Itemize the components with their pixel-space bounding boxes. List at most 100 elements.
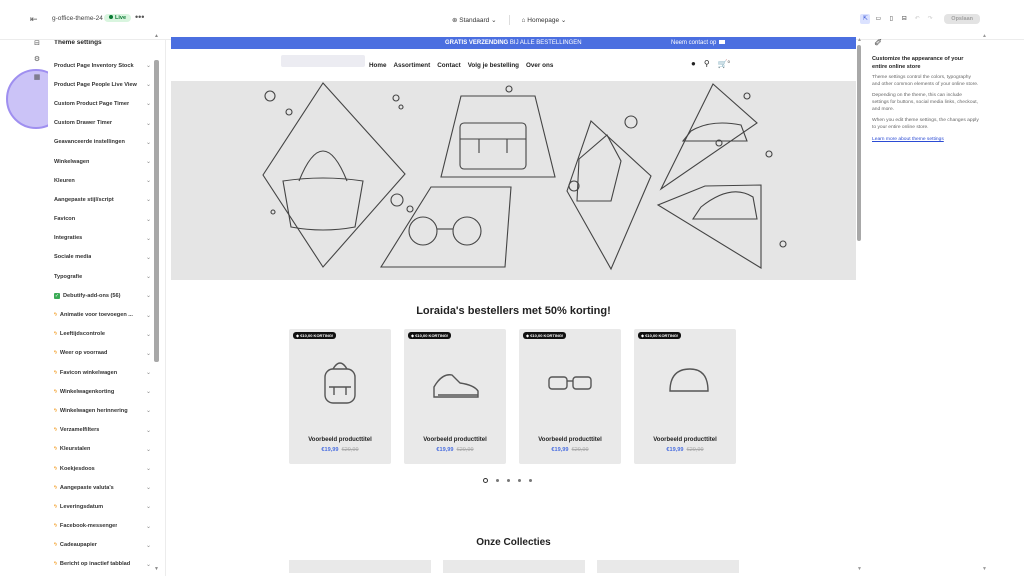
chevron-down-icon: ⌄ bbox=[145, 312, 151, 319]
sidebar-item-label: Favicon winkelwagen bbox=[59, 369, 118, 376]
sidebar-item[interactable]: Winkelwagen ⌄ bbox=[48, 152, 165, 171]
compare-price: €29,99 bbox=[456, 447, 474, 453]
sale-price: €19,99 bbox=[551, 447, 569, 453]
carousel-dot[interactable] bbox=[518, 479, 521, 482]
nav-link[interactable]: Volg je bestelling bbox=[468, 62, 519, 69]
sections-icon[interactable]: ⊟ bbox=[33, 40, 41, 48]
sidebar-item[interactable]: Favicon ⌄ bbox=[48, 210, 165, 229]
preview-scroll-down-icon[interactable]: ▼ bbox=[857, 566, 862, 572]
sidebar-item[interactable]: ϟ Bericht op inactief tabblad ⌄ bbox=[48, 555, 165, 574]
store-preview: GRATIS VERZENDING BIJ ALLE BESTELLINGEN … bbox=[171, 37, 856, 573]
chevron-down-icon: ⌄ bbox=[145, 427, 151, 434]
theme-name[interactable]: g-office-theme-24 bbox=[52, 15, 103, 22]
nav-link[interactable]: Assortiment bbox=[394, 62, 431, 69]
inspector-icon[interactable]: ⇱ bbox=[860, 14, 871, 24]
sidebar-item[interactable]: Integraties ⌄ bbox=[48, 229, 165, 248]
chevron-down-icon: ⌄ bbox=[145, 389, 151, 396]
gear-icon[interactable]: ⚙ bbox=[33, 56, 41, 64]
fullscreen-icon[interactable]: ⊟ bbox=[899, 14, 909, 24]
product-card[interactable]: ◆ €10,00 KORTING! Voorbeeld producttitel €… bbox=[289, 329, 391, 464]
sidebar-item-label: Sociale media bbox=[54, 254, 92, 261]
nav-link[interactable]: Over ons bbox=[526, 62, 553, 69]
view-mode-select[interactable]: ⊛ Standaard ⌄ bbox=[452, 16, 497, 24]
apps-icon[interactable]: ▦ bbox=[33, 74, 41, 82]
carousel-dot[interactable] bbox=[529, 479, 532, 482]
sidebar-item[interactable]: ϟ Verzamelfilters ⌄ bbox=[48, 421, 165, 440]
collection-card[interactable] bbox=[597, 560, 739, 573]
carousel-dot[interactable] bbox=[483, 478, 488, 483]
sidebar-item[interactable]: Sociale media ⌄ bbox=[48, 248, 165, 267]
sidebar-scrollbar[interactable] bbox=[154, 60, 159, 362]
store-logo[interactable] bbox=[281, 55, 365, 67]
device-toolbar: ⇱ ▭ ▯ ⊟ ↶ ↷ Opslaan bbox=[860, 14, 980, 24]
bolt-icon: ϟ bbox=[54, 427, 57, 434]
sidebar-item[interactable]: Aangepaste stijl/script ⌄ bbox=[48, 190, 165, 209]
mobile-icon[interactable]: ▯ bbox=[886, 14, 896, 24]
bolt-icon: ϟ bbox=[54, 312, 57, 319]
learn-more-link[interactable]: Learn more about theme settings bbox=[872, 137, 944, 142]
checkbox-icon: ✓ bbox=[54, 292, 60, 299]
sidebar-item[interactable]: Custom Product Page Timer ⌄ bbox=[48, 94, 165, 113]
sidebar-item[interactable]: ϟ Aangepaste valuta's ⌄ bbox=[48, 478, 165, 497]
scroll-down-icon[interactable]: ▼ bbox=[154, 566, 159, 572]
sidebar-item-label: Favicon bbox=[54, 216, 76, 223]
panel-scroll-up-icon[interactable]: ▲ bbox=[982, 33, 987, 39]
product-title[interactable]: Voorbeeld producttitel bbox=[404, 437, 506, 443]
nav-link[interactable]: Contact bbox=[437, 62, 460, 69]
sidebar-item[interactable]: Kleuren ⌄ bbox=[48, 171, 165, 190]
more-actions-button[interactable]: ••• bbox=[135, 12, 144, 22]
contact-link[interactable]: Neem contact op bbox=[671, 37, 726, 49]
sidebar-item[interactable]: ϟ Leeftijdscontrole ⌄ bbox=[48, 325, 165, 344]
sidebar-item[interactable]: ϟ Kleurstalen ⌄ bbox=[48, 440, 165, 459]
sidebar-item[interactable]: ϟ Koekjesdoos ⌄ bbox=[48, 459, 165, 478]
sidebar-item[interactable]: ϟ Animatie voor toevoegen ... ⌄ bbox=[48, 305, 165, 324]
product-card[interactable]: ◆ €10,00 KORTING! Voorbeeld producttitel €… bbox=[634, 329, 736, 464]
redo-icon[interactable]: ↷ bbox=[925, 14, 935, 24]
sidebar-item[interactable]: ϟ Weer op voorraad ⌄ bbox=[48, 344, 165, 363]
product-title[interactable]: Voorbeeld producttitel bbox=[289, 437, 391, 443]
carousel-dot[interactable] bbox=[496, 479, 499, 482]
product-price: €19,99 €29,99 bbox=[404, 447, 506, 453]
sidebar-item[interactable]: ✓ Debutify-add-ons (56) ⌄ bbox=[48, 286, 165, 305]
carousel-dot[interactable] bbox=[507, 479, 510, 482]
product-title[interactable]: Voorbeeld producttitel bbox=[634, 437, 736, 443]
sidebar-item-label: Weer op voorraad bbox=[59, 350, 108, 357]
sidebar-item[interactable]: Custom Drawer Timer ⌄ bbox=[48, 114, 165, 133]
product-title[interactable]: Voorbeeld producttitel bbox=[519, 437, 621, 443]
save-button[interactable]: Opslaan bbox=[944, 14, 980, 24]
sidebar-item[interactable]: Geavanceerde instellingen ⌄ bbox=[48, 133, 165, 152]
bolt-icon: ϟ bbox=[54, 350, 57, 357]
sidebar-item[interactable]: ϟ Leveringsdatum ⌄ bbox=[48, 497, 165, 516]
undo-icon[interactable]: ↶ bbox=[912, 14, 922, 24]
sidebar-item[interactable]: Typografie ⌄ bbox=[48, 267, 165, 286]
panel-scroll-down-icon[interactable]: ▼ bbox=[982, 566, 987, 572]
product-price: €19,99 €29,99 bbox=[634, 447, 736, 453]
page-select[interactable]: ⌂ Homepage ⌄ bbox=[522, 16, 567, 24]
scroll-up-icon[interactable]: ▲ bbox=[154, 33, 159, 39]
sunglasses-icon bbox=[548, 376, 592, 390]
product-card[interactable]: ◆ €10,00 KORTING! Voorbeeld producttitel €… bbox=[519, 329, 621, 464]
preview-scroll-up-icon[interactable]: ▲ bbox=[857, 37, 862, 43]
sidebar-item[interactable]: Product Page People Live View ⌄ bbox=[48, 75, 165, 94]
account-icon[interactable]: ● bbox=[691, 59, 696, 69]
hero-diamond-sneaker bbox=[656, 184, 762, 269]
sidebar-item[interactable]: Product Page Inventory Stock ⌄ bbox=[48, 56, 165, 75]
preview-scrollbar[interactable] bbox=[857, 45, 861, 241]
desktop-icon[interactable]: ▭ bbox=[873, 14, 883, 24]
help-title: Customize the appearance of your entire … bbox=[872, 56, 964, 70]
sidebar-item[interactable]: ϟ Winkelwagenkorting ⌄ bbox=[48, 382, 165, 401]
collection-card[interactable] bbox=[289, 560, 431, 573]
exit-icon[interactable]: ⇤ bbox=[30, 14, 40, 24]
chevron-down-icon: ⌄ bbox=[145, 542, 151, 549]
chevron-down-icon: ⌄ bbox=[145, 561, 151, 568]
sidebar-item[interactable]: ϟ Winkelwagen herinnering ⌄ bbox=[48, 401, 165, 420]
sidebar-item[interactable]: ϟ Cadeaupapier ⌄ bbox=[48, 536, 165, 555]
sidebar-item[interactable]: ϟ Favicon winkelwagen ⌄ bbox=[48, 363, 165, 382]
nav-link[interactable]: Home bbox=[369, 62, 387, 69]
search-icon[interactable]: ⚲ bbox=[704, 59, 710, 69]
cart-icon[interactable]: 🛒0 bbox=[718, 59, 730, 69]
collection-card[interactable] bbox=[443, 560, 585, 573]
product-card[interactable]: ◆ €10,00 KORTING! Voorbeeld producttitel €… bbox=[404, 329, 506, 464]
sneaker-icon bbox=[433, 374, 479, 398]
sidebar-item[interactable]: ϟ Facebook-messenger ⌄ bbox=[48, 517, 165, 536]
